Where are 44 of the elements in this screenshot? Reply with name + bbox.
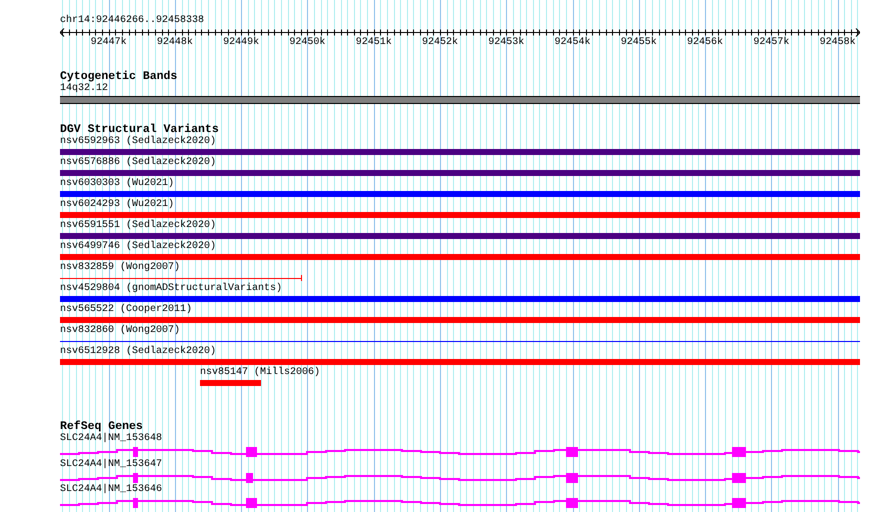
- variant-label: nsv6499746 (Sedlazeck2020): [60, 241, 216, 253]
- variant-label: nsv4529804 (gnomADStructuralVariants): [60, 283, 282, 295]
- exon-block: [246, 498, 258, 508]
- track-title: RefSeq Genes: [60, 421, 143, 433]
- exon-block: [133, 498, 138, 508]
- variant-label: nsv6591551 (Sedlazeck2020): [60, 220, 216, 232]
- tick-label: 92447k: [90, 37, 127, 49]
- tick-label: 92455k: [620, 37, 657, 49]
- variant-label: nsv832859 (Wong2007): [60, 262, 180, 274]
- tick-label: 92456k: [687, 37, 724, 49]
- gene-label: SLC24A4|NM_153647: [60, 458, 162, 470]
- variant-label: nsv6576886 (Sedlazeck2020): [60, 157, 216, 169]
- variant-label: nsv85147 (Mills2006): [200, 367, 320, 379]
- exon-block: [246, 472, 253, 482]
- exon-block: [566, 472, 578, 482]
- locus-label: chr14:92446266..92458338: [60, 15, 206, 27]
- tick-label: 92453k: [488, 37, 524, 49]
- exon-block: [133, 447, 138, 457]
- exon-block: [566, 498, 578, 508]
- variant-label: nsv6512928 (Sedlazeck2020): [60, 346, 216, 358]
- tick-label: 92451k: [356, 37, 392, 49]
- tick-label: 92457k: [753, 37, 790, 49]
- track-title: DGV Structural Variants: [60, 124, 220, 136]
- exon-block: [732, 472, 746, 482]
- gene-label: SLC24A4|NM_153648: [60, 433, 162, 445]
- band-label: 14q32.12: [60, 83, 108, 95]
- track-title: Cytogenetic Bands: [60, 71, 178, 83]
- exon-block: [133, 472, 138, 482]
- tick-label: 92458k: [820, 37, 856, 49]
- variant-label: nsv6030303 (Wu2021): [60, 178, 174, 190]
- gene-label: SLC24A4|NM_153646: [60, 484, 162, 496]
- tick-label: 92449k: [223, 37, 260, 49]
- exon-block: [732, 498, 746, 508]
- variant-label: nsv6592963 (Sedlazeck2020): [60, 136, 216, 148]
- tick-label: 92450k: [289, 37, 326, 49]
- variant-label: nsv832860 (Wong2007): [60, 325, 180, 337]
- tick-label: 92454k: [554, 37, 591, 49]
- tick-label: 92448k: [156, 37, 193, 49]
- variant-label: nsv565522 (Cooper2011): [60, 304, 192, 316]
- exon-block: [732, 447, 746, 457]
- variant-label: nsv6024293 (Wu2021): [60, 199, 174, 211]
- exon-block: [566, 447, 578, 457]
- tick-label: 92452k: [422, 37, 458, 49]
- exon-block: [246, 447, 258, 457]
